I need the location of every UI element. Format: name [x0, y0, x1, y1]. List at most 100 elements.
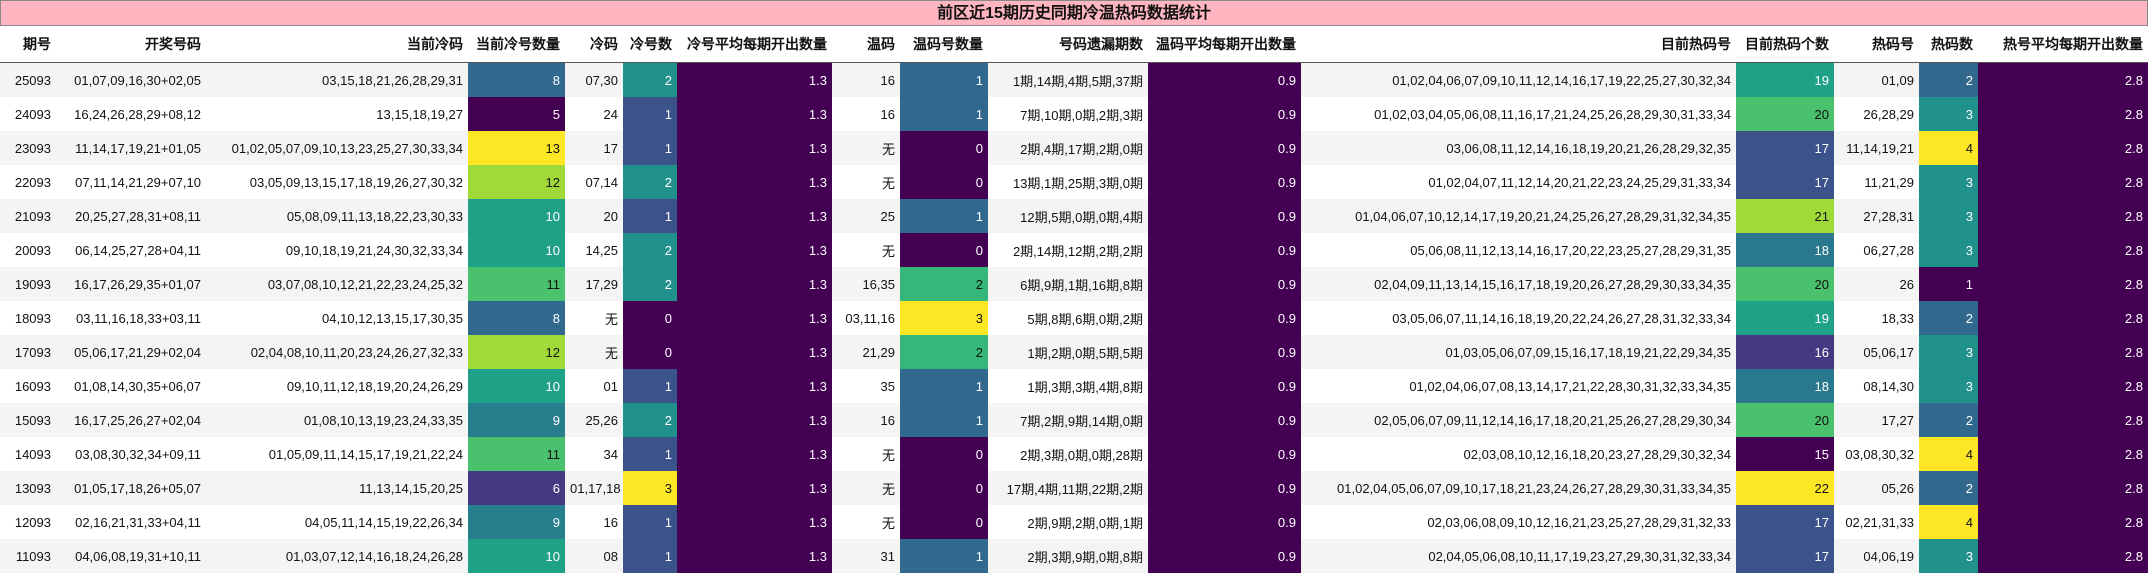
cell-warm-avg: 0.9	[1148, 437, 1301, 471]
cell-cold: 01,17,18	[565, 471, 623, 505]
table-title: 前区近15期历史同期冷温热码数据统计	[0, 0, 2148, 26]
cell-current-hot-count: 20	[1736, 403, 1834, 437]
table-row: 14093 03,08,30,32,34+09,11 01,05,09,11,14,…	[0, 437, 2148, 471]
cell-current-hot: 01,02,04,06,07,08,13,14,17,21,22,28,30,3…	[1301, 369, 1736, 403]
cell-miss-periods: 1期,3期,3期,4期,8期	[988, 369, 1148, 403]
cell-current-cold-count: 10	[468, 369, 565, 403]
col-header-hot[interactable]: 热码号	[1834, 26, 1919, 63]
cell-current-hot-count: 17	[1736, 539, 1834, 573]
cell-hot-avg: 2.8	[1978, 131, 2148, 165]
cell-current-cold: 01,02,05,07,09,10,13,23,25,27,30,33,34	[206, 131, 468, 165]
cell-warm: 03,11,16	[832, 301, 900, 335]
cell-current-cold: 09,10,18,19,21,24,30,32,33,34	[206, 233, 468, 267]
cell-cold-avg: 1.3	[677, 97, 832, 131]
cell-cold: 16	[565, 505, 623, 539]
cell-hot: 03,08,30,32	[1834, 437, 1919, 471]
col-header-hot-count[interactable]: 热码数	[1919, 26, 1978, 63]
cell-warm-avg: 0.9	[1148, 97, 1301, 131]
col-header-miss-periods[interactable]: 号码遗漏期数	[988, 26, 1148, 63]
col-header-cold-count[interactable]: 冷号数	[623, 26, 677, 63]
cell-hot: 17,27	[1834, 403, 1919, 437]
cell-cold-count: 0	[623, 301, 677, 335]
col-header-warm-count[interactable]: 温码号数量	[900, 26, 988, 63]
table-row: 17093 05,06,17,21,29+02,04 02,04,08,10,11,…	[0, 335, 2148, 369]
cell-cold: 14,25	[565, 233, 623, 267]
cell-warm-count: 2	[900, 267, 988, 301]
cell-current-hot-count: 16	[1736, 335, 1834, 369]
cell-warm-count: 3	[900, 301, 988, 335]
col-header-warm-avg[interactable]: 温码平均每期开出数量	[1148, 26, 1301, 63]
table-row: 25093 01,07,09,16,30+02,05 03,15,18,21,26,…	[0, 62, 2148, 97]
cell-hot-avg: 2.8	[1978, 505, 2148, 539]
cell-cold-avg: 1.3	[677, 233, 832, 267]
col-header-cold-avg[interactable]: 冷号平均每期开出数量	[677, 26, 832, 63]
cell-warm-avg: 0.9	[1148, 301, 1301, 335]
cell-current-hot-count: 18	[1736, 369, 1834, 403]
cell-cold: 17	[565, 131, 623, 165]
col-header-draw-numbers[interactable]: 开奖号码	[56, 26, 206, 63]
cell-current-cold: 05,08,09,11,13,18,22,23,30,33	[206, 199, 468, 233]
cell-current-cold: 02,04,08,10,11,20,23,24,26,27,32,33	[206, 335, 468, 369]
col-header-hot-avg[interactable]: 热号平均每期开出数量	[1978, 26, 2148, 63]
col-header-current-cold[interactable]: 当前冷码	[206, 26, 468, 63]
cell-current-hot: 02,05,06,07,09,11,12,14,16,17,18,20,21,2…	[1301, 403, 1736, 437]
cell-miss-periods: 17期,4期,11期,22期,2期	[988, 471, 1148, 505]
table-row: 19093 16,17,26,29,35+01,07 03,07,08,10,12,…	[0, 267, 2148, 301]
cell-current-hot: 01,02,03,04,05,06,08,11,16,17,21,24,25,2…	[1301, 97, 1736, 131]
col-header-issue[interactable]: 期号	[0, 26, 56, 63]
cell-warm-avg: 0.9	[1148, 369, 1301, 403]
cell-cold: 34	[565, 437, 623, 471]
cell-hot-count: 2	[1919, 301, 1978, 335]
cell-hot: 04,06,19	[1834, 539, 1919, 573]
cell-warm-avg: 0.9	[1148, 471, 1301, 505]
cell-miss-periods: 2期,14期,12期,2期,2期	[988, 233, 1148, 267]
cell-issue: 13093	[0, 471, 56, 505]
table-row: 23093 11,14,17,19,21+01,05 01,02,05,07,09,…	[0, 131, 2148, 165]
cell-cold: 无	[565, 301, 623, 335]
col-header-current-cold-count[interactable]: 当前冷号数量	[468, 26, 565, 63]
cell-current-cold: 04,05,11,14,15,19,22,26,34	[206, 505, 468, 539]
cell-draw-numbers: 07,11,14,21,29+07,10	[56, 165, 206, 199]
cell-current-cold-count: 9	[468, 505, 565, 539]
cell-warm-avg: 0.9	[1148, 335, 1301, 369]
cell-issue: 16093	[0, 369, 56, 403]
cell-warm-avg: 0.9	[1148, 267, 1301, 301]
cell-current-cold: 09,10,11,12,18,19,20,24,26,29	[206, 369, 468, 403]
cell-warm-avg: 0.9	[1148, 199, 1301, 233]
cell-cold-avg: 1.3	[677, 471, 832, 505]
cell-current-cold-count: 9	[468, 403, 565, 437]
col-header-warm[interactable]: 温码	[832, 26, 900, 63]
cell-issue: 14093	[0, 437, 56, 471]
cell-warm: 16	[832, 62, 900, 97]
cell-current-cold-count: 10	[468, 233, 565, 267]
cell-current-hot-count: 17	[1736, 131, 1834, 165]
cell-hot-count: 3	[1919, 539, 1978, 573]
cell-cold: 08	[565, 539, 623, 573]
table-row: 13093 01,05,17,18,26+05,07 11,13,14,15,20,…	[0, 471, 2148, 505]
cell-current-hot: 02,03,06,08,09,10,12,16,21,23,25,27,28,2…	[1301, 505, 1736, 539]
col-header-cold[interactable]: 冷码	[565, 26, 623, 63]
cell-hot-avg: 2.8	[1978, 301, 2148, 335]
cell-miss-periods: 1期,14期,4期,5期,37期	[988, 62, 1148, 97]
col-header-current-hot-count[interactable]: 目前热码个数	[1736, 26, 1834, 63]
cell-miss-periods: 2期,3期,9期,0期,8期	[988, 539, 1148, 573]
cell-hot-count: 3	[1919, 165, 1978, 199]
cell-current-hot: 02,04,05,06,08,10,11,17,19,23,27,29,30,3…	[1301, 539, 1736, 573]
cell-issue: 15093	[0, 403, 56, 437]
cell-warm-count: 0	[900, 131, 988, 165]
cell-hot-avg: 2.8	[1978, 199, 2148, 233]
cell-current-hot-count: 19	[1736, 62, 1834, 97]
col-header-current-hot[interactable]: 目前热码号	[1301, 26, 1736, 63]
cell-cold-avg: 1.3	[677, 199, 832, 233]
cell-hot: 26,28,29	[1834, 97, 1919, 131]
cell-hot-count: 4	[1919, 131, 1978, 165]
table-row: 21093 20,25,27,28,31+08,11 05,08,09,11,13,…	[0, 199, 2148, 233]
table-body: 25093 01,07,09,16,30+02,05 03,15,18,21,26,…	[0, 62, 2148, 573]
cell-warm: 16	[832, 97, 900, 131]
cell-issue: 19093	[0, 267, 56, 301]
cell-draw-numbers: 16,17,26,29,35+01,07	[56, 267, 206, 301]
cell-hot: 11,21,29	[1834, 165, 1919, 199]
cell-current-cold-count: 8	[468, 62, 565, 97]
cell-cold-count: 2	[623, 233, 677, 267]
cell-hot-avg: 2.8	[1978, 471, 2148, 505]
